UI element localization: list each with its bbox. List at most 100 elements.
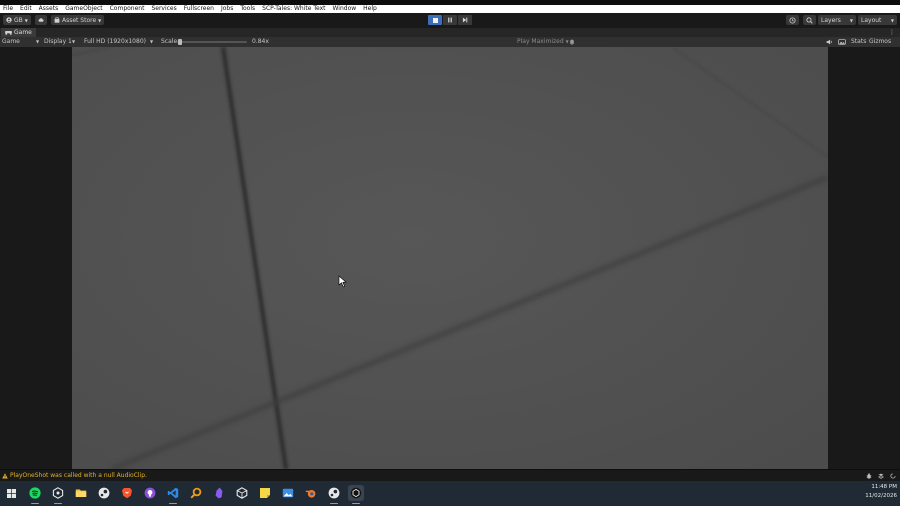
spotify-icon bbox=[29, 487, 41, 499]
account-button[interactable]: GB ▼ bbox=[3, 15, 31, 25]
menu-scp-tales[interactable]: SCP-Tales: White Text bbox=[262, 5, 325, 13]
asset-store-label: Asset Store bbox=[62, 16, 97, 24]
pause-icon bbox=[448, 17, 452, 23]
more-options-icon[interactable]: ⋮ bbox=[889, 28, 895, 37]
step-button[interactable] bbox=[458, 15, 472, 25]
clock-date: 11/02/2026 bbox=[865, 493, 897, 499]
scale-slider-handle[interactable] bbox=[178, 39, 182, 45]
bell-icon[interactable] bbox=[569, 39, 575, 45]
layers-stack-icon[interactable] bbox=[878, 473, 884, 479]
main-toolbar: GB ▼ Asset Store ▼ Layers ▼ Layout ▼ bbox=[0, 13, 900, 28]
layers-dropdown[interactable]: Layers ▼ bbox=[818, 15, 856, 25]
floor-scene bbox=[72, 47, 828, 469]
shopping-bag-icon bbox=[54, 17, 60, 23]
menu-jobs[interactable]: Jobs bbox=[221, 5, 233, 13]
taskbar-app-obsidian[interactable] bbox=[211, 485, 227, 501]
running-indicator bbox=[352, 502, 360, 504]
console-warning[interactable]: PlayOneShot was called with a null Audio… bbox=[2, 472, 147, 479]
tab-game-label: Game bbox=[14, 29, 32, 36]
steam-icon bbox=[98, 487, 110, 499]
taskbar-app-github-desktop[interactable] bbox=[142, 485, 158, 501]
windows-taskbar: 11:48 PM 11/02/2026 bbox=[0, 481, 900, 506]
pause-button[interactable] bbox=[443, 15, 457, 25]
menu-services[interactable]: Services bbox=[151, 5, 176, 13]
menu-tools[interactable]: Tools bbox=[240, 5, 255, 13]
menu-file[interactable]: File bbox=[3, 5, 13, 13]
menu-gameobject[interactable]: GameObject bbox=[65, 5, 102, 13]
search-button[interactable] bbox=[803, 15, 816, 25]
scale-value: 0.84x bbox=[252, 38, 269, 45]
taskbar-app-photos[interactable] bbox=[280, 485, 296, 501]
taskbar-app-spotify[interactable] bbox=[27, 485, 43, 504]
display-select[interactable]: Display 1 ▼ bbox=[44, 37, 78, 47]
cloud-icon bbox=[38, 18, 44, 22]
menu-edit[interactable]: Edit bbox=[20, 5, 32, 13]
play-mode-label: Play Maximized bbox=[517, 38, 564, 45]
chevron-down-icon: ▼ bbox=[72, 39, 76, 44]
cloud-button[interactable] bbox=[35, 15, 47, 25]
start-button[interactable] bbox=[3, 485, 19, 501]
history-button[interactable] bbox=[786, 15, 799, 25]
menu-window[interactable]: Window bbox=[333, 5, 357, 13]
system-clock[interactable]: 11:48 PM 11/02/2026 bbox=[865, 483, 897, 501]
layout-dropdown[interactable]: Layout ▼ bbox=[858, 15, 897, 25]
stats-button[interactable]: Stats bbox=[851, 37, 866, 47]
menu-fullscreen[interactable]: Fullscreen bbox=[184, 5, 214, 13]
gallery-icon[interactable] bbox=[838, 39, 846, 45]
chevron-down-icon: ▼ bbox=[150, 39, 154, 44]
taskbar-app-file-explorer[interactable] bbox=[73, 485, 89, 501]
chevron-down-icon: ▼ bbox=[36, 39, 40, 44]
gamepad-icon bbox=[5, 31, 12, 35]
taskbar-app-brave[interactable] bbox=[119, 485, 135, 501]
asset-store-button[interactable]: Asset Store ▼ bbox=[51, 15, 105, 25]
warning-icon bbox=[2, 472, 8, 479]
blender-icon bbox=[305, 490, 316, 498]
menu-assets[interactable]: Assets bbox=[39, 5, 59, 13]
game-view-select-label: Game bbox=[2, 38, 20, 45]
scale-slider[interactable] bbox=[177, 39, 247, 45]
game-viewport[interactable] bbox=[72, 47, 828, 469]
taskbar-app-sticky-notes[interactable] bbox=[257, 485, 273, 501]
taskbar-app-steam-2[interactable] bbox=[326, 485, 342, 504]
gizmos-button[interactable]: Gizmos bbox=[869, 37, 891, 47]
vscode-icon bbox=[167, 487, 179, 499]
game-view-toolbar: Game ▼ Display 1 ▼ Full HD (1920x1080) ▼… bbox=[0, 37, 900, 47]
chevron-down-icon: ▼ bbox=[24, 17, 28, 23]
account-icon bbox=[6, 17, 12, 23]
play-button[interactable] bbox=[428, 15, 442, 25]
scale-label: Scale bbox=[161, 38, 178, 45]
taskbar-app-search[interactable] bbox=[188, 485, 204, 501]
taskbar-app-unity-editor[interactable] bbox=[348, 485, 364, 504]
running-indicator bbox=[31, 502, 39, 504]
unity-hub-icon bbox=[52, 487, 64, 499]
taskbar-app-unity-hub[interactable] bbox=[50, 485, 66, 504]
clock-time: 11:48 PM bbox=[871, 484, 897, 490]
menu-component[interactable]: Component bbox=[110, 5, 145, 13]
taskbar-app-vscode[interactable] bbox=[165, 485, 181, 504]
magnifier-app-icon bbox=[190, 487, 202, 499]
taskbar-app-steam[interactable] bbox=[96, 485, 112, 501]
layout-label: Layout bbox=[861, 16, 882, 24]
play-mode-select[interactable]: Play Maximized ▼ bbox=[517, 37, 569, 47]
chevron-down-icon: ▼ bbox=[849, 17, 853, 23]
display-select-label: Display 1 bbox=[44, 38, 72, 45]
debug-icon[interactable] bbox=[866, 473, 872, 479]
unity-editor-icon bbox=[350, 487, 362, 499]
step-forward-icon bbox=[462, 17, 468, 23]
sticky-note-icon bbox=[260, 488, 270, 498]
resolution-select[interactable]: Full HD (1920x1080) ▼ bbox=[84, 37, 156, 47]
taskbar-app-blender[interactable] bbox=[303, 485, 319, 501]
running-indicator bbox=[54, 502, 62, 504]
menu-help[interactable]: Help bbox=[363, 5, 377, 13]
tab-game[interactable]: Game bbox=[1, 28, 36, 37]
console-message-text: PlayOneShot was called with a null Audio… bbox=[10, 472, 147, 479]
taskbar-app-unity[interactable] bbox=[234, 485, 250, 501]
account-label: GB bbox=[14, 16, 23, 24]
brave-icon bbox=[122, 488, 132, 499]
windows-logo-icon bbox=[6, 488, 16, 498]
spinner-icon[interactable] bbox=[890, 473, 896, 479]
chevron-down-icon: ▼ bbox=[890, 17, 894, 23]
speaker-icon[interactable] bbox=[826, 39, 833, 45]
floor-surface bbox=[72, 47, 828, 469]
game-view-select[interactable]: Game ▼ bbox=[2, 37, 42, 47]
